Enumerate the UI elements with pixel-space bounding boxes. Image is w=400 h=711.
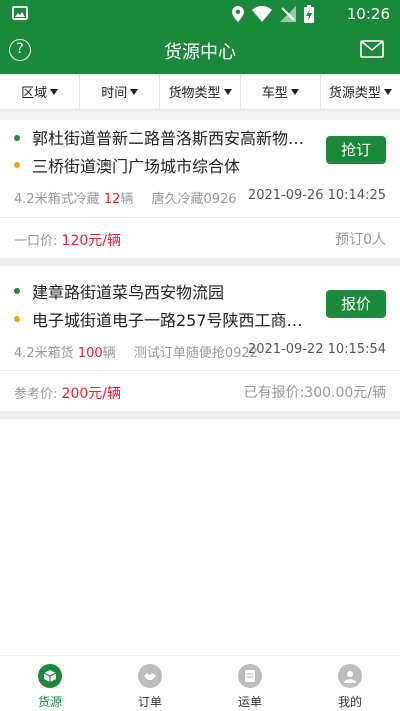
status-icons [232,5,314,23]
publish-datetime: 2021-09-26 10:14:25 [247,188,386,203]
no-signal-icon [280,6,296,22]
caret-down-icon [223,88,232,95]
vehicle-type: 4.2米箱式冷藏 [14,192,100,207]
filter-region[interactable]: 区域 [0,74,81,109]
filter-vehicle-type[interactable]: 车型 [241,74,321,109]
caret-down-icon [130,88,139,95]
filter-time[interactable]: 时间 [80,74,161,109]
filter-label: 区域 [21,86,48,101]
filter-label: 车型 [261,86,288,101]
grab-order-button[interactable]: 抢订 [326,136,386,164]
tab-label: 订单 [137,695,162,709]
caret-down-icon [383,88,392,95]
clock: 10:26 [346,5,390,23]
bottom-tab-bar: 货源 订单 运单 我的 [0,655,400,711]
filter-label: 货源类型 [328,86,381,101]
cargo-meta: 4.2米箱式冷藏 12辆 唐久冷藏0926 [14,188,237,207]
message-button[interactable] [360,40,384,62]
location-icon [232,6,244,22]
cube-icon [38,664,62,688]
filter-bar: 区域 时间 货物类型 车型 货源类型 [0,74,400,110]
price-label: 参考价: [14,387,58,402]
existing-quote: 已有报价:300.00元/辆 [243,385,386,401]
gallery-notification-icon [12,6,28,20]
document-icon [238,664,262,688]
tab-profile[interactable]: 我的 [300,656,400,711]
tab-label: 我的 [337,695,362,709]
price-row: 一口价: 120元/辆 [14,230,121,250]
cargo-name: 测试订单随便抢0922 [133,346,258,361]
mail-icon [360,40,384,58]
price-row: 参考价: 200元/辆 [14,383,121,403]
quote-button[interactable]: 报价 [326,290,386,318]
destination-dot [14,162,20,168]
card-divider [0,370,400,371]
caret-down-icon [50,88,59,95]
vehicle-type: 4.2米箱货 [14,346,74,361]
origin-address: 建章路街道菜鸟西安物流园 [32,283,225,302]
user-icon [338,664,362,688]
cargo-card[interactable]: 郭杜街道普新二路普洛斯西安高新物… 三桥街道澳门广场城市综合体 抢订 4.2米箱… [0,120,400,258]
card-separator [0,411,400,419]
filter-label: 货物类型 [168,86,221,101]
cargo-meta: 4.2米箱货 100辆 测试订单随便抢0922 [14,342,258,361]
list-spacer [0,110,400,120]
cargo-name: 唐久冷藏0926 [151,192,237,207]
battery-charging-icon [304,5,314,23]
tab-cargo-source[interactable]: 货源 [0,656,100,711]
tab-label: 运单 [237,695,262,709]
filter-source-type[interactable]: 货源类型 [321,74,400,109]
status-bar: 10:26 [0,0,400,28]
booking-count: 预订0人 [335,232,386,248]
card-separator [0,258,400,266]
destination-address: 电子城街道电子一路257号陕西工商职… [32,311,312,330]
publish-datetime: 2021-09-22 10:15:54 [247,342,386,357]
cargo-card[interactable]: 建章路街道菜鸟西安物流园 电子城街道电子一路257号陕西工商职… 报价 4.2米… [0,266,400,411]
wifi-icon [252,6,272,22]
destination-dot [14,316,20,322]
tab-label: 货源 [37,695,62,709]
card-divider [0,217,400,218]
vehicle-quantity: 12 [103,192,121,207]
origin-dot [14,288,20,294]
price-value: 120元/辆 [61,233,121,249]
quantity-unit: 辆 [102,346,116,361]
origin-address: 郭杜街道普新二路普洛斯西安高新物… [32,129,305,148]
price-label: 一口价: [14,234,58,249]
price-value: 200元/辆 [61,386,121,402]
vehicle-quantity: 100 [77,346,103,361]
tab-orders[interactable]: 订单 [100,656,200,711]
app-bar: ? 货源中心 [0,28,400,74]
origin-dot [14,135,20,141]
filter-label: 时间 [101,86,128,101]
page-title: 货源中心 [164,42,236,63]
tab-waybills[interactable]: 运单 [200,656,300,711]
filter-cargo-type[interactable]: 货物类型 [160,74,241,109]
quantity-unit: 辆 [120,192,134,207]
destination-address: 三桥街道澳门广场城市综合体 [32,157,241,176]
handshake-icon [138,664,162,688]
caret-down-icon [290,88,299,95]
